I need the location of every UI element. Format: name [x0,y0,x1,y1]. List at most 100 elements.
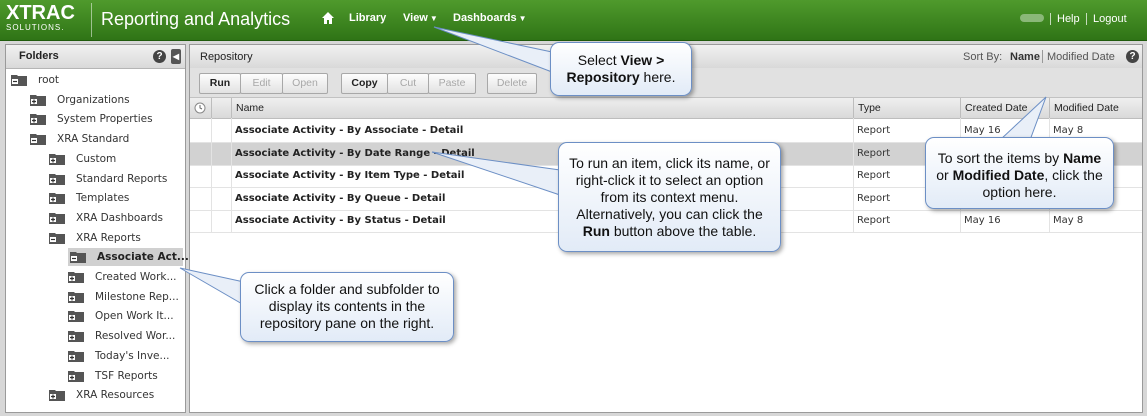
chevron-down-icon: ▼ [518,14,527,23]
folder-tree-label: Organizations [57,93,130,106]
folder-tree-label: Created Work... [95,271,177,283]
folder-tree-item[interactable]: XRA Standard [6,130,185,148]
folder-tree-label: Associate Act... [97,251,189,264]
nav-library[interactable]: Library [349,12,386,24]
folder-icon [70,252,86,264]
folder-tree-label: XRA Standard [57,133,130,146]
sort-by-name-option[interactable]: Name [1010,51,1040,63]
sort-by-modified-option[interactable]: Modified Date [1047,51,1115,63]
logo-divider [91,3,92,37]
folder-icon [49,212,65,224]
user-name-redacted [1020,14,1044,22]
callout-sort: To sort the items by Name or Modified Da… [925,137,1114,209]
nav-view[interactable]: View ▼ [403,12,438,24]
help-link[interactable]: Help [1057,13,1080,25]
column-header-created[interactable]: Created Date [960,98,1049,118]
folder-tree-label: XRA Resources [76,389,155,402]
folder-tree-item[interactable]: Templates [6,189,185,207]
folder-tree-item[interactable]: Today's Inve... [6,347,185,365]
folder-tree-label: XRA Reports [76,231,141,244]
folder-icon [68,331,84,343]
collapse-panel-icon[interactable]: ◀ [171,49,181,64]
divider [211,118,212,232]
folder-tree-item[interactable]: Created Work... [6,268,185,286]
run-button[interactable]: Run [199,73,241,94]
folders-title: Folders [19,50,59,62]
folder-tree-label: Templates [76,192,130,205]
folders-header: Folders ? ◀ [6,45,185,69]
folder-icon [68,350,84,362]
folders-panel: Folders ? ◀ root Organizations System Prop… [5,44,189,413]
divider [231,118,232,232]
help-icon[interactable]: ? [153,50,166,63]
folder-tree-label: root [38,74,60,86]
folder-tree-item[interactable]: XRA Reports [6,229,185,247]
folder-icon [49,173,65,185]
folder-tree-label: Resolved Wor... [95,330,176,343]
folder-tree-item[interactable]: root [6,71,185,89]
folder-tree-item[interactable]: Resolved Wor... [6,327,185,345]
clock-icon [194,102,206,114]
folder-tree-label: TSF Reports [95,369,158,382]
logo-subtext: SOLUTIONS. [6,23,65,32]
help-icon[interactable]: ? [1126,50,1139,63]
column-header-modified[interactable]: Modified Date [1049,98,1142,118]
folder-tree-label: System Properties [57,113,153,126]
home-icon[interactable] [321,11,335,25]
folder-tree-item[interactable]: Associate Act... [68,248,189,267]
callout-view-repository: Select View > Repository here. [550,42,692,96]
cut-button[interactable]: Cut [387,73,429,94]
folder-tree-item[interactable]: Custom [6,150,185,168]
divider [1050,13,1051,25]
folder-icon [11,75,27,86]
app-title: Reporting and Analytics [101,9,291,29]
folder-tree-label: Milestone Rep... [95,290,179,303]
sort-by-label: Sort By: [963,51,1003,63]
folder-icon [30,114,46,126]
table-header: Name Type Created Date Modified Date [190,98,1142,119]
folder-icon [68,311,84,323]
paste-button[interactable]: Paste [428,73,476,94]
logo: XTRAC SOLUTIONS. [6,3,90,37]
folder-icon [49,232,65,244]
row-name-link[interactable]: Associate Activity - By Associate - Deta… [235,120,850,142]
divider [1086,13,1087,25]
folder-icon [68,291,84,303]
select-column-header [211,98,231,118]
folder-tree-label: Standard Reports [76,172,168,185]
top-bar: XTRAC SOLUTIONS. Reporting and Analytics… [0,0,1147,41]
column-header-type[interactable]: Type [853,98,960,118]
folder-tree-label: Today's Inve... [95,349,170,362]
chevron-down-icon: ▼ [429,14,438,23]
row-created-date: May 16 [964,215,1001,226]
callout-folder: Click a folder and subfolder to display … [240,272,454,342]
folder-tree-item[interactable]: TSF Reports [6,367,185,385]
folder-tree-label: Open Work It... [95,310,174,323]
repository-title: Repository [200,51,253,63]
folder-tree-item[interactable]: Standard Reports [6,170,185,188]
folder-tree-item[interactable]: XRA Resources [6,386,185,404]
row-modified-date: May 8 [1053,215,1084,226]
folder-tree-item[interactable]: Organizations [6,91,185,109]
logout-link[interactable]: Logout [1093,13,1127,25]
nav-dashboards[interactable]: Dashboards ▼ [453,12,527,24]
callout-run-item: To run an item, click its name, or right… [558,142,781,252]
folder-icon [49,153,65,165]
folder-icon [30,134,46,146]
folder-icon [68,370,84,382]
folder-tree-item[interactable]: System Properties [6,110,185,128]
folder-tree-item[interactable]: Milestone Rep... [6,288,185,306]
edit-button[interactable]: Edit [240,73,283,94]
delete-button[interactable]: Delete [487,73,537,94]
folder-icon [49,390,65,402]
open-button[interactable]: Open [282,73,328,94]
copy-button[interactable]: Copy [341,73,388,94]
folder-tree-item[interactable]: Open Work It... [6,307,185,325]
folder-tree-item[interactable]: XRA Dashboards [6,209,185,227]
divider [853,118,854,232]
folder-icon [68,272,84,283]
folder-tree-label: Custom [76,152,117,165]
divider [1042,50,1043,63]
column-header-name[interactable]: Name [231,98,853,118]
folder-icon [49,193,65,205]
